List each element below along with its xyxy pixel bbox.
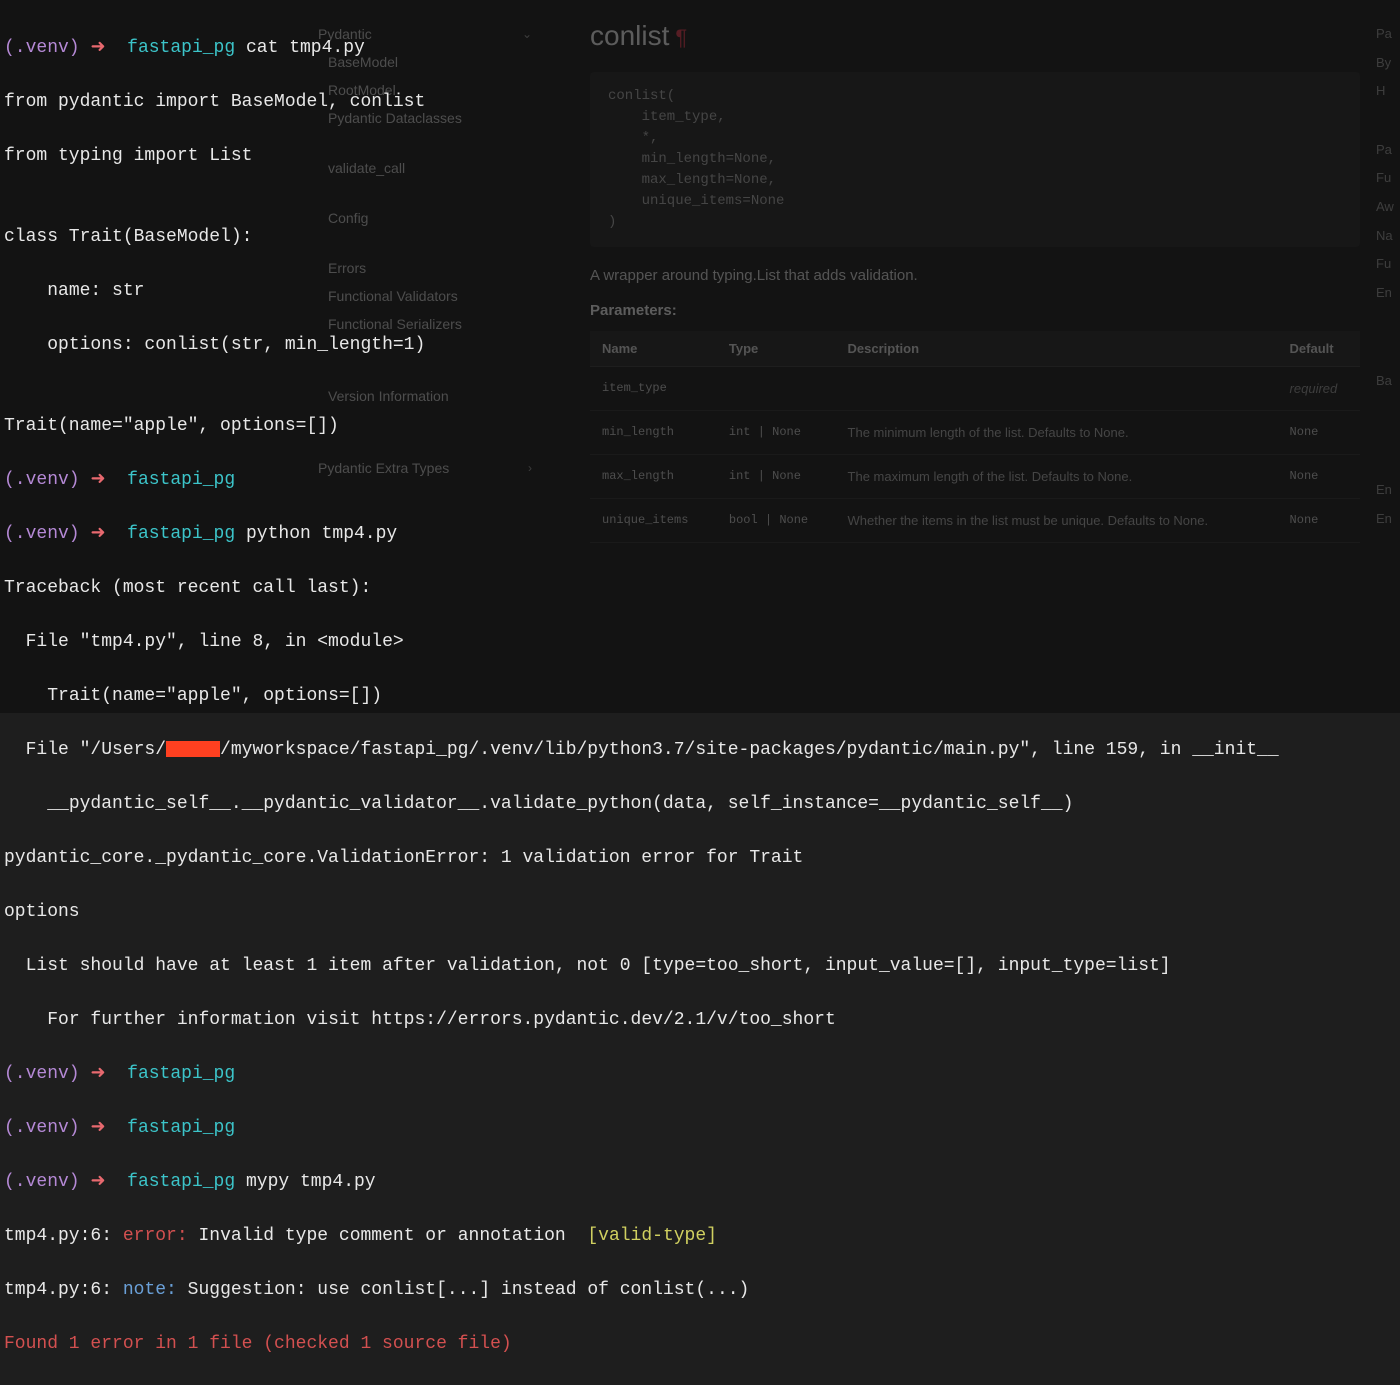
mypy-error-code: [valid-type]: [587, 1226, 717, 1246]
traceback-frame: File "/Users//myworkspace/fastapi_pg/.ve…: [4, 737, 1396, 764]
prompt-line: (.venv) ➜ fastapi_pg: [4, 467, 1396, 494]
prompt-line: (.venv) ➜ fastapi_pg: [4, 1061, 1396, 1088]
file-line: from typing import List: [4, 143, 1396, 170]
traceback-header: Traceback (most recent call last):: [4, 575, 1396, 602]
file-line: Trait(name="apple", options=[]): [4, 413, 1396, 440]
error-field: options: [4, 899, 1396, 926]
mypy-summary: Found 1 error in 1 file (checked 1 sourc…: [4, 1331, 1396, 1358]
mypy-error-label: error:: [123, 1226, 188, 1246]
prompt-line: (.venv) ➜ fastapi_pg python tmp4.py: [4, 521, 1396, 548]
prompt-arrow: ➜: [90, 38, 105, 58]
traceback-code: __pydantic_self__.__pydantic_validator__…: [4, 791, 1396, 818]
traceback-code: Trait(name="apple", options=[]): [4, 683, 1396, 710]
redacted-username: [166, 741, 220, 757]
mypy-note-label: note:: [123, 1280, 177, 1300]
error-type: pydantic_core._pydantic_core.ValidationE…: [4, 845, 1396, 872]
error-message: List should have at least 1 item after v…: [4, 953, 1396, 980]
file-line: class Trait(BaseModel):: [4, 224, 1396, 251]
file-line: options: conlist(str, min_length=1): [4, 332, 1396, 359]
mypy-error-line: tmp4.py:6: error: Invalid type comment o…: [4, 1223, 1396, 1250]
prompt-line: (.venv) ➜ fastapi_pg mypy tmp4.py: [4, 1169, 1396, 1196]
traceback-frame: File "tmp4.py", line 8, in <module>: [4, 629, 1396, 656]
error-link: For further information visit https://er…: [4, 1007, 1396, 1034]
prompt-dir: fastapi_pg: [127, 38, 235, 58]
terminal[interactable]: (.venv) ➜ fastapi_pg cat tmp4.py from py…: [0, 0, 1400, 713]
command-mypy: mypy tmp4.py: [246, 1172, 376, 1192]
prompt-line: (.venv) ➜ fastapi_pg cat tmp4.py: [4, 35, 1396, 62]
file-line: from pydantic import BaseModel, conlist: [4, 89, 1396, 116]
command-cat: cat tmp4.py: [246, 38, 365, 58]
venv-indicator: (.venv): [4, 38, 80, 58]
prompt-line: (.venv) ➜ fastapi_pg: [4, 1115, 1396, 1142]
file-line: name: str: [4, 278, 1396, 305]
command-python: python tmp4.py: [246, 524, 397, 544]
mypy-note-line: tmp4.py:6: note: Suggestion: use conlist…: [4, 1277, 1396, 1304]
